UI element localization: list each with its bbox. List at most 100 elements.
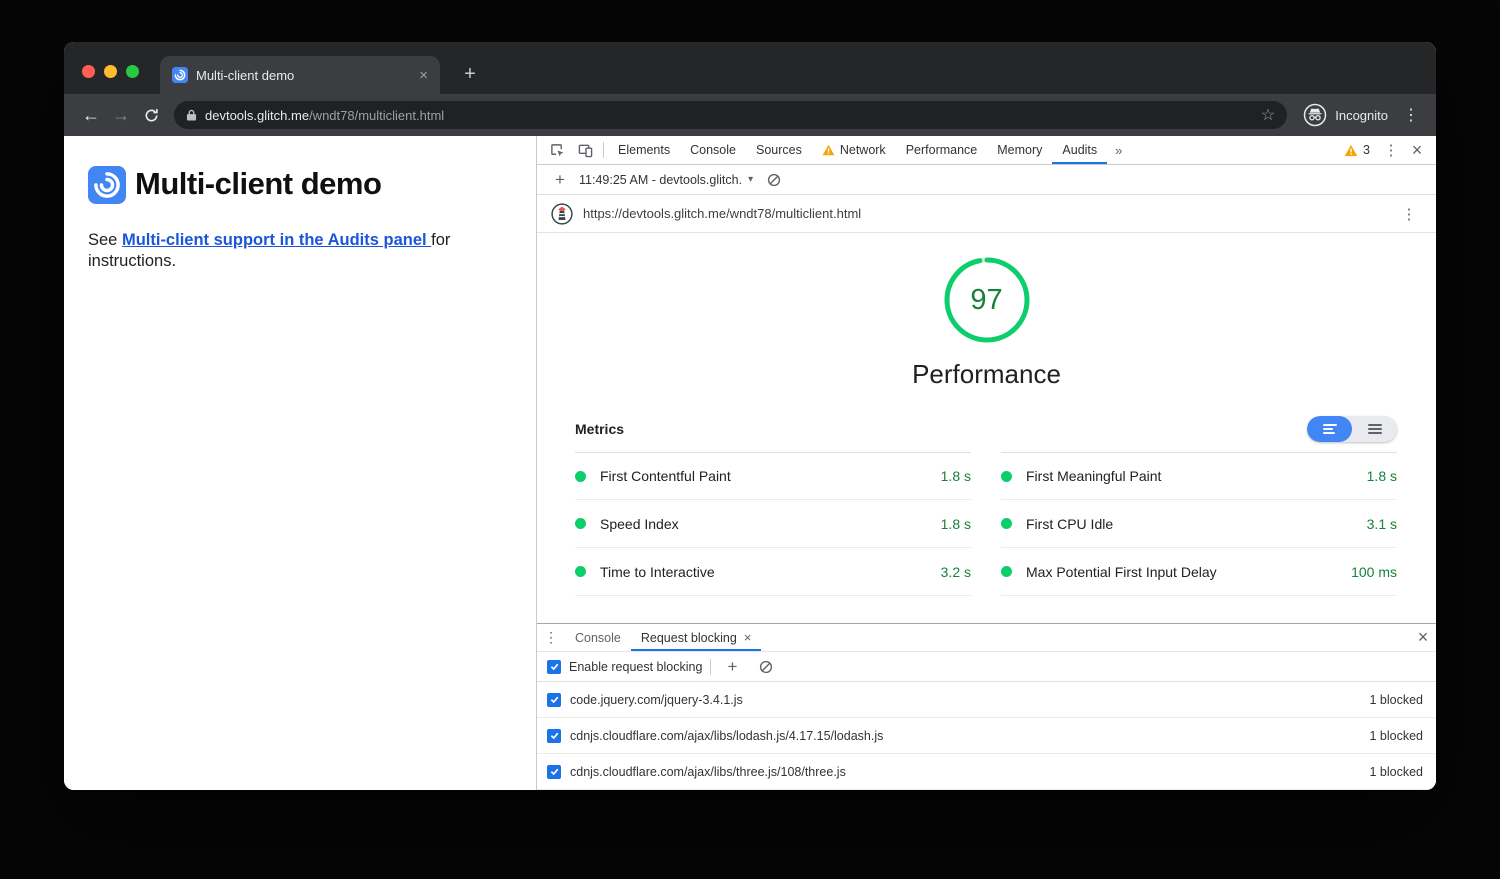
audit-run-label: 11:49:25 AM - devtools.glitch. (579, 173, 742, 187)
metric-row: First Contentful Paint 1.8 s (575, 452, 971, 500)
omnibox[interactable]: devtools.glitch.me/wndt78/multiclient.ht… (174, 101, 1287, 129)
metric-value: 1.8 s (941, 468, 971, 484)
metrics-toggle-list-icon[interactable] (1352, 416, 1397, 442)
metric-label: Speed Index (600, 516, 679, 532)
warning-icon (1344, 144, 1358, 157)
paragraph-text-before: See (88, 231, 122, 249)
tab-elements[interactable]: Elements (608, 136, 680, 164)
tab-performance[interactable]: Performance (896, 136, 988, 164)
inspect-element-icon[interactable] (543, 136, 571, 164)
report-menu-icon[interactable]: ⋮ (1396, 195, 1422, 232)
blocked-count: 1 blocked (1369, 729, 1423, 743)
console-warning-counter[interactable]: 3 (1344, 143, 1370, 157)
blocked-pattern-checkbox[interactable] (547, 765, 561, 779)
content-area: Multi-client demo See Multi-client suppo… (64, 136, 1436, 790)
drawer-tab-close-icon[interactable]: × (744, 630, 752, 645)
metric-row: Max Potential First Input Delay 100 ms (1001, 548, 1397, 596)
drawer-close-icon[interactable]: × (1410, 624, 1436, 651)
blocked-request-row[interactable]: cdnjs.cloudflare.com/ajax/libs/lodash.js… (537, 718, 1436, 754)
tab-network[interactable]: Network (812, 136, 896, 164)
devtools-close-icon[interactable]: × (1404, 136, 1430, 164)
metrics-toggle-relative-icon[interactable] (1307, 416, 1352, 442)
blocked-pattern-checkbox[interactable] (547, 693, 561, 707)
metric-pass-icon (575, 471, 586, 482)
tab-strip: Multi-client demo × + (64, 42, 1436, 94)
blocked-request-row[interactable]: code.jquery.com/jquery-3.4.1.js 1 blocke… (537, 682, 1436, 718)
performance-score-gauge[interactable]: 97 (942, 255, 1032, 345)
metric-value: 100 ms (1351, 564, 1397, 580)
page-title: Multi-client demo (135, 166, 381, 202)
blocked-pattern-url: code.jquery.com/jquery-3.4.1.js (570, 693, 743, 707)
address-bar: ← → devtools.glitch.me/wndt78/multiclien… (64, 94, 1436, 136)
metric-pass-icon (1001, 566, 1012, 577)
bookmark-star-icon[interactable]: ☆ (1261, 105, 1275, 125)
new-tab-button[interactable]: + (456, 60, 484, 88)
audit-run-selector[interactable]: 11:49:25 AM - devtools.glitch. ▾ (579, 173, 753, 187)
category-title: Performance (912, 359, 1061, 390)
drawer-menu-icon[interactable]: ⋮ (537, 629, 565, 646)
metrics-view-toggle[interactable] (1307, 416, 1397, 442)
audits-support-link[interactable]: Multi-client support in the Audits panel (122, 231, 431, 249)
metric-pass-icon (575, 518, 586, 529)
remove-all-patterns-icon[interactable] (753, 660, 779, 674)
enable-request-blocking-checkbox[interactable] (547, 660, 561, 674)
browser-window: Multi-client demo × + ← → devtools.glitc… (64, 42, 1436, 790)
new-audit-icon[interactable]: + (547, 170, 573, 190)
devtools-drawer: ⋮ Console Request blocking × × Enable re… (537, 623, 1436, 790)
browser-tab[interactable]: Multi-client demo × (160, 56, 440, 94)
tab-favicon-icon (172, 67, 188, 83)
metrics-grid: First Contentful Paint 1.8 s First Meani… (575, 452, 1397, 596)
incognito-badge: Incognito (1303, 103, 1388, 127)
incognito-label: Incognito (1335, 108, 1388, 123)
blocked-pattern-url: cdnjs.cloudflare.com/ajax/libs/lodash.js… (570, 729, 883, 743)
url-host: devtools.glitch.me (205, 108, 309, 123)
tab-sources[interactable]: Sources (746, 136, 812, 164)
page-logo-icon (88, 166, 126, 204)
metric-label: First Meaningful Paint (1026, 468, 1161, 484)
warning-count: 3 (1363, 143, 1370, 157)
clear-audits-icon[interactable] (761, 173, 787, 187)
metric-row: First CPU Idle 3.1 s (1001, 500, 1397, 548)
blocked-pattern-checkbox[interactable] (547, 729, 561, 743)
blocked-count: 1 blocked (1369, 693, 1423, 707)
audits-toolbar: + 11:49:25 AM - devtools.glitch. ▾ (537, 165, 1436, 195)
metric-value: 3.2 s (941, 564, 971, 580)
toolbar-separator (710, 659, 711, 675)
page-paragraph: See Multi-client support in the Audits p… (88, 230, 520, 272)
metric-pass-icon (575, 566, 586, 577)
enable-request-blocking-label: Enable request blocking (569, 660, 702, 674)
metric-row: First Meaningful Paint 1.8 s (1001, 452, 1397, 500)
warning-icon (822, 144, 835, 156)
more-tabs-icon[interactable]: » (1107, 143, 1130, 158)
performance-score: 97 (942, 255, 1032, 345)
metric-pass-icon (1001, 518, 1012, 529)
drawer-tab-label: Request blocking (641, 631, 737, 645)
back-icon[interactable]: ← (76, 100, 106, 130)
add-pattern-icon[interactable]: + (719, 652, 745, 681)
incognito-icon (1303, 103, 1327, 127)
devtools-menu-icon[interactable]: ⋮ (1378, 136, 1404, 164)
tab-memory[interactable]: Memory (987, 136, 1052, 164)
dropdown-caret-icon: ▾ (748, 174, 753, 185)
blocked-request-row[interactable]: cdnjs.cloudflare.com/ajax/libs/three.js/… (537, 754, 1436, 790)
browser-menu-icon[interactable]: ⋮ (1398, 105, 1424, 125)
tab-console[interactable]: Console (680, 136, 746, 164)
web-page: Multi-client demo See Multi-client suppo… (64, 136, 537, 790)
tab-close-icon[interactable]: × (419, 68, 428, 83)
drawer-tab-request-blocking[interactable]: Request blocking × (631, 624, 762, 651)
minimize-window-button[interactable] (104, 65, 117, 78)
reload-icon[interactable] (136, 100, 166, 130)
device-toolbar-icon[interactable] (571, 136, 599, 164)
tab-audits[interactable]: Audits (1052, 136, 1107, 164)
report-url-row: https://devtools.glitch.me/wndt78/multic… (537, 195, 1436, 233)
zoom-window-button[interactable] (126, 65, 139, 78)
drawer-tabbar: ⋮ Console Request blocking × × (537, 624, 1436, 652)
drawer-tab-console[interactable]: Console (565, 624, 631, 651)
forward-icon[interactable]: → (106, 100, 136, 130)
close-window-button[interactable] (82, 65, 95, 78)
devtools-tabbar: Elements Console Sources Network Perform… (537, 136, 1436, 165)
metrics-section: Metrics First Co (537, 390, 1436, 596)
metric-label: First CPU Idle (1026, 516, 1113, 532)
url-text: devtools.glitch.me/wndt78/multiclient.ht… (205, 108, 444, 123)
report-url: https://devtools.glitch.me/wndt78/multic… (583, 206, 861, 221)
